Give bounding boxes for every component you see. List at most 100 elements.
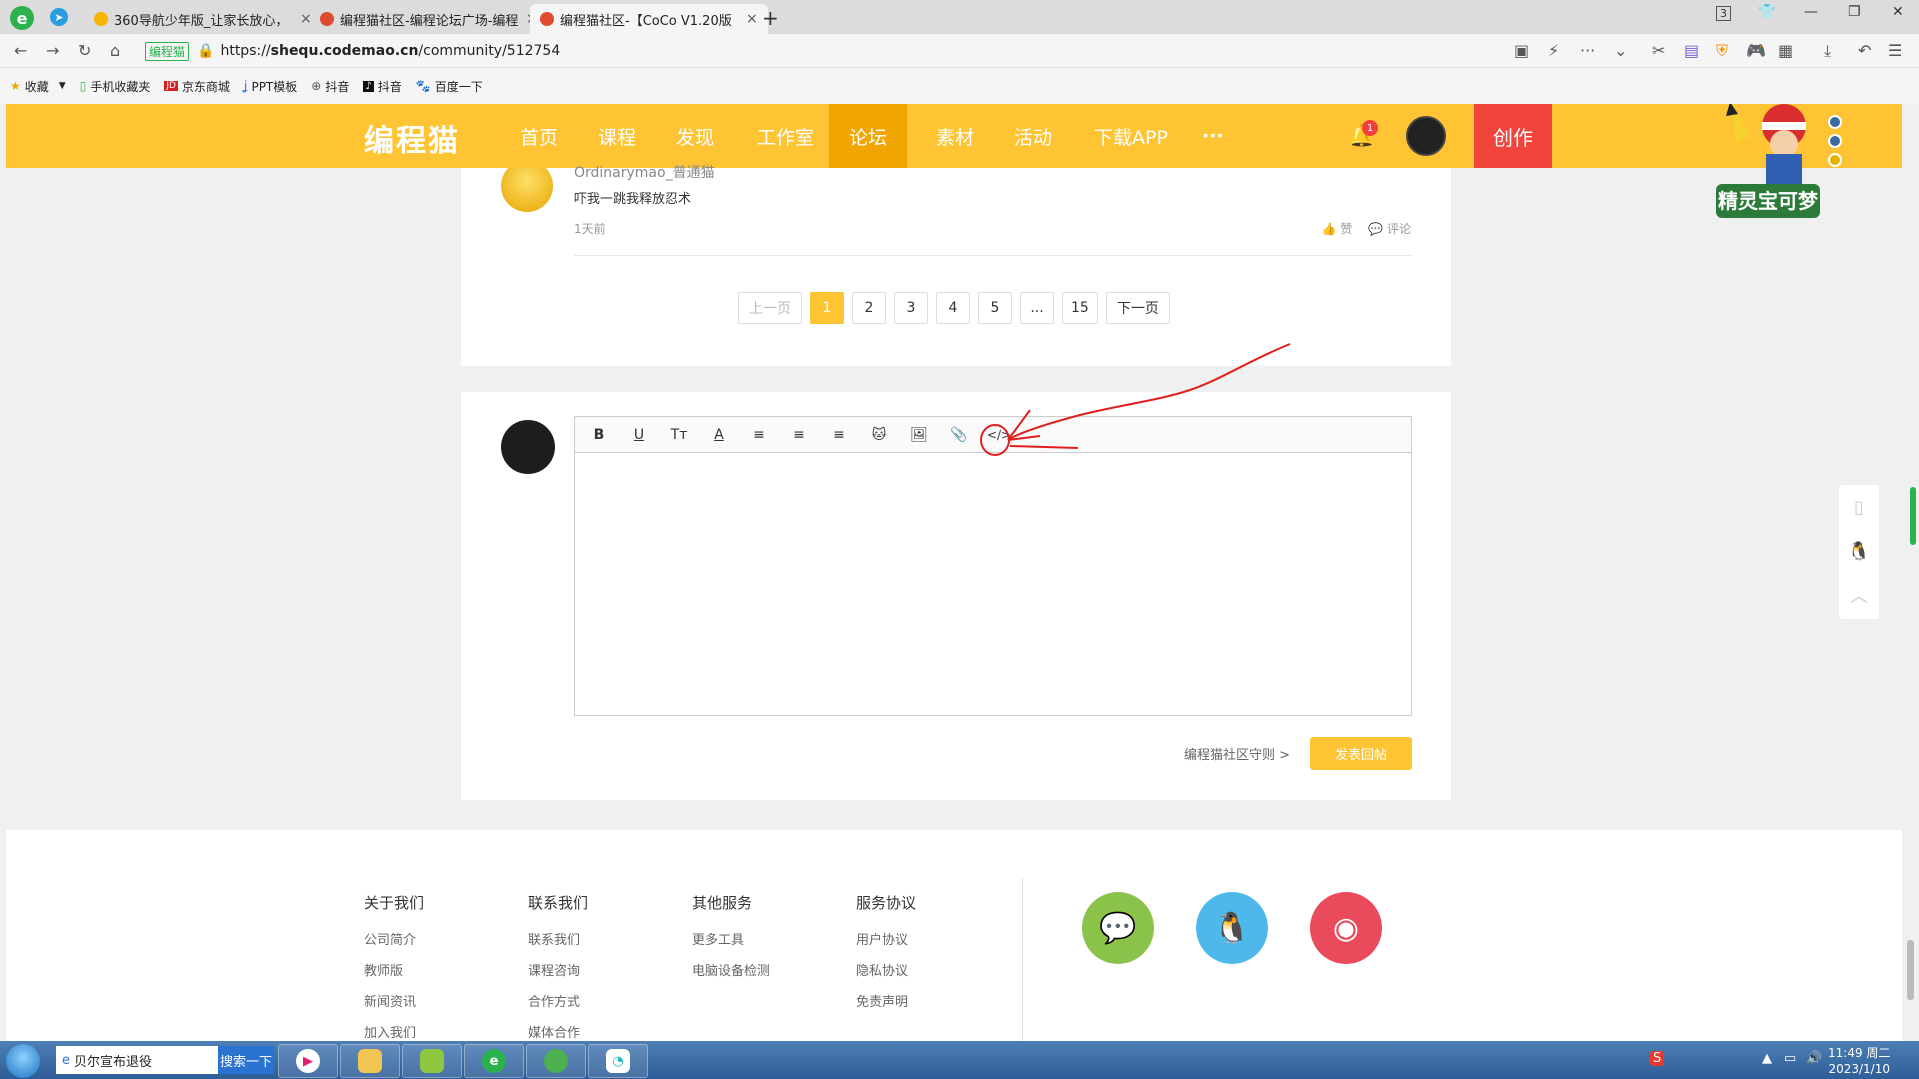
align-center-icon[interactable]: ≡ bbox=[785, 423, 813, 447]
page-button-5[interactable]: 5 bbox=[978, 292, 1012, 324]
comment-icon[interactable]: 💬 bbox=[1368, 222, 1383, 236]
notes-app-icon[interactable] bbox=[402, 1044, 462, 1078]
page-button-15[interactable]: 15 bbox=[1062, 292, 1098, 324]
taskbar-search-button[interactable]: 搜索一下 bbox=[218, 1046, 274, 1074]
360-browser-app-icon[interactable]: e bbox=[464, 1044, 524, 1078]
footer-link[interactable]: 加入我们 bbox=[364, 1022, 424, 1041]
nav-courses[interactable]: 课程 bbox=[580, 104, 654, 168]
qq-icon[interactable]: 🐧 bbox=[1839, 529, 1879, 573]
chevron-down-icon[interactable]: ⌄ bbox=[1614, 41, 1627, 60]
screenshot-icon[interactable]: ▣ bbox=[1514, 41, 1529, 60]
font-color-icon[interactable]: A bbox=[705, 423, 733, 447]
weibo-icon[interactable]: ◉ bbox=[1310, 892, 1382, 964]
scrollbar-thumb[interactable] bbox=[1907, 940, 1914, 1000]
underline-icon[interactable]: U bbox=[625, 423, 653, 447]
wechat-icon[interactable]: 💬 bbox=[1082, 892, 1154, 964]
qq-icon[interactable]: 🐧 bbox=[1196, 892, 1268, 964]
bookmark-favorites[interactable]: ★ 收藏 ▼ bbox=[10, 78, 66, 95]
align-right-icon[interactable]: ≡ bbox=[825, 423, 853, 447]
submit-reply-button[interactable]: 发表回帖 bbox=[1310, 737, 1412, 770]
tablet-icon[interactable]: ▯ bbox=[1839, 485, 1879, 529]
restore-icon[interactable]: ❐ bbox=[1848, 4, 1861, 20]
shield-icon[interactable]: ⛨ bbox=[1716, 41, 1728, 61]
commenter-avatar[interactable] bbox=[501, 168, 553, 213]
nav-download-app[interactable]: 下载APP bbox=[1076, 104, 1186, 168]
nav-materials[interactable]: 素材 bbox=[918, 104, 992, 168]
prev-page-button[interactable]: 上一页 bbox=[738, 292, 802, 324]
reply-button[interactable]: 评论 bbox=[1387, 222, 1411, 236]
back-to-top-icon[interactable]: ︿ bbox=[1839, 573, 1879, 617]
sogou-ime-icon[interactable]: S bbox=[1650, 1051, 1665, 1066]
attachment-icon[interactable]: 📎 bbox=[945, 423, 973, 447]
site-logo[interactable]: 编程猫 bbox=[364, 116, 460, 160]
nav-more[interactable]: ··· bbox=[1184, 104, 1242, 168]
minimize-icon[interactable]: — bbox=[1804, 4, 1818, 20]
nav-events[interactable]: 活动 bbox=[996, 104, 1070, 168]
footer-link[interactable]: 课程咨询 bbox=[528, 960, 588, 979]
page-button-1[interactable]: 1 bbox=[810, 292, 844, 324]
bookmark-ppt[interactable]: ʝ PPT模板 bbox=[244, 78, 297, 95]
reload-icon[interactable]: ↻ bbox=[78, 41, 91, 60]
telegram-icon[interactable]: ➤ bbox=[50, 8, 68, 26]
pokemon-banner-image[interactable]: 精灵宝可梦 bbox=[1696, 104, 1836, 232]
side-dot-icon[interactable] bbox=[1828, 153, 1842, 167]
create-button[interactable]: 创作 bbox=[1474, 104, 1552, 168]
shirt-icon[interactable]: 👕 bbox=[1758, 4, 1775, 20]
bookmark-mobile[interactable]: ▯ 手机收藏夹 bbox=[80, 78, 151, 95]
tab-count-badge[interactable]: 3 bbox=[1716, 6, 1731, 21]
close-window-icon[interactable]: ✕ bbox=[1892, 4, 1904, 20]
system-clock[interactable]: 11:49 周二 2023/1/10 bbox=[1828, 1045, 1890, 1077]
more-icon[interactable]: ··· bbox=[1580, 41, 1595, 60]
translate-icon[interactable]: ▤ bbox=[1684, 41, 1699, 60]
side-dot-icon[interactable] bbox=[1828, 134, 1842, 148]
footer-link[interactable]: 隐私协议 bbox=[856, 960, 916, 979]
nav-discover[interactable]: 发现 bbox=[658, 104, 732, 168]
lightning-icon[interactable]: ⚡ bbox=[1548, 41, 1559, 60]
side-dot-icon[interactable] bbox=[1828, 115, 1842, 129]
bold-icon[interactable]: B bbox=[585, 423, 613, 447]
side-green-handle[interactable] bbox=[1910, 487, 1916, 545]
footer-link[interactable]: 教师版 bbox=[364, 960, 424, 979]
back-arrow-icon[interactable]: ← bbox=[14, 41, 27, 60]
youku-app-icon[interactable]: ▶ bbox=[278, 1044, 338, 1078]
apps-grid-icon[interactable]: ▦ bbox=[1778, 41, 1793, 60]
360-safe-app-icon[interactable] bbox=[526, 1044, 586, 1078]
bookmark-baidu[interactable]: 🐾 百度一下 bbox=[416, 78, 483, 95]
page-button-3[interactable]: 3 bbox=[894, 292, 928, 324]
forward-arrow-icon[interactable]: → bbox=[46, 41, 59, 60]
nav-studio[interactable]: 工作室 bbox=[739, 104, 832, 168]
editor-input-area[interactable] bbox=[575, 453, 1411, 715]
code-icon[interactable]: </> bbox=[985, 423, 1013, 447]
image-icon[interactable]: 🖼 bbox=[905, 423, 933, 447]
footer-link[interactable]: 免责声明 bbox=[856, 991, 916, 1010]
current-user-avatar[interactable] bbox=[501, 420, 555, 474]
nav-home[interactable]: 首页 bbox=[502, 104, 576, 168]
page-button-4[interactable]: 4 bbox=[936, 292, 970, 324]
footer-link[interactable]: 更多工具 bbox=[692, 929, 770, 948]
bookmark-douyin-globe[interactable]: ⊕ 抖音 bbox=[311, 78, 349, 95]
page-button-2[interactable]: 2 bbox=[852, 292, 886, 324]
network-icon[interactable]: ▭ bbox=[1784, 1051, 1796, 1066]
bookmark-douyin[interactable]: ♪ 抖音 bbox=[363, 78, 402, 95]
undo-icon[interactable]: ↶ bbox=[1858, 41, 1871, 60]
user-avatar[interactable] bbox=[1406, 116, 1446, 156]
start-button[interactable] bbox=[6, 1044, 40, 1078]
community-rules-link[interactable]: 编程猫社区守则 > bbox=[1184, 744, 1290, 763]
menu-icon[interactable]: ☰ bbox=[1888, 41, 1902, 60]
bookmark-jd[interactable]: JD 京东商城 bbox=[164, 78, 230, 95]
tray-expand-icon[interactable]: ▲ bbox=[1762, 1051, 1772, 1066]
browser-logo-icon[interactable]: e bbox=[10, 6, 34, 30]
footer-link[interactable]: 公司简介 bbox=[364, 929, 424, 948]
footer-link[interactable]: 联系我们 bbox=[528, 929, 588, 948]
footer-link[interactable]: 媒体合作 bbox=[528, 1022, 588, 1041]
like-button[interactable]: 赞 bbox=[1340, 222, 1352, 236]
home-icon[interactable]: ⌂ bbox=[110, 41, 120, 60]
file-explorer-app-icon[interactable] bbox=[340, 1044, 400, 1078]
chat-app-icon[interactable]: ◔ bbox=[588, 1044, 648, 1078]
footer-link[interactable]: 电脑设备检测 bbox=[692, 960, 770, 979]
tab-codemao-forum[interactable]: 编程猫社区-编程论坛广场-编程 × bbox=[310, 4, 548, 34]
page-scrollbar[interactable] bbox=[1902, 104, 1919, 1041]
thumbs-up-icon[interactable]: 👍 bbox=[1322, 222, 1337, 236]
emoji-icon[interactable]: 🐱 bbox=[865, 423, 893, 447]
commenter-username[interactable]: Ordinarymao_普通猫 bbox=[574, 162, 715, 182]
